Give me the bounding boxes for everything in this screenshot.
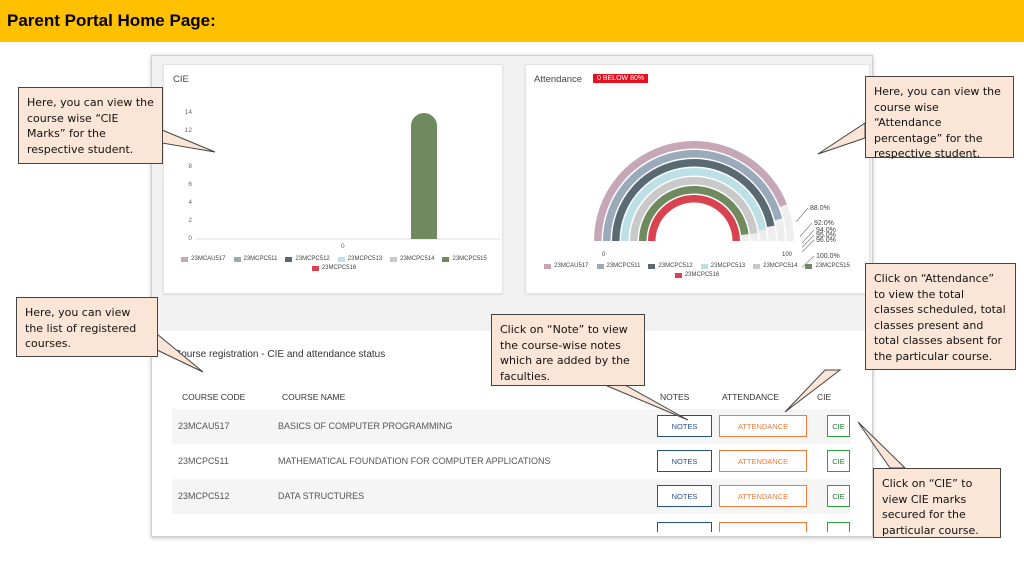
attendance-legend-item[interactable]: 23MCPC514 — [753, 263, 797, 269]
legend-swatch — [544, 263, 552, 269]
legend-swatch — [596, 263, 604, 269]
attendance-card: Attendance 0 BELOW 80% 88.0% 92.0% 94.0% 95… — [525, 64, 870, 294]
callout-note: Click on “Note” to view the course-wise … — [491, 314, 645, 386]
legend-swatch — [805, 263, 813, 269]
legend-label: 23MCAU517 — [191, 256, 226, 262]
cie-button-partial[interactable] — [827, 522, 850, 532]
legend-label: 23MCAU517 — [554, 263, 589, 269]
legend-label: 23MCPC516 — [684, 272, 720, 278]
legend-label: 23MCPC513 — [347, 256, 383, 262]
cie-legend-item[interactable]: 23MCPC514 — [390, 256, 434, 262]
portal-screenshot: CIE 0 2 4 6 8 12 14 0 23MCAU517 23MCPC51… — [151, 55, 873, 537]
course-name: MATHEMATICAL FOUNDATION FOR COMPUTER APP… — [278, 456, 551, 466]
attendance-button-partial[interactable] — [719, 522, 807, 532]
legend-swatch — [442, 256, 450, 262]
attendance-percent-label: 96.0% — [816, 237, 836, 244]
header-course-name: COURSE NAME — [282, 392, 346, 402]
legend-swatch — [648, 263, 656, 269]
attendance-percent-label: 100.0% — [816, 253, 840, 260]
legend-label: 23MCPC514 — [400, 256, 435, 262]
attendance-legend: 23MCAU517 23MCPC511 23MCPC512 23MCPC513 … — [532, 263, 862, 281]
attendance-legend-item[interactable]: 23MCPC513 — [700, 263, 746, 269]
legend-label: 23MCPC515 — [815, 263, 850, 269]
notes-button[interactable]: NOTES — [657, 485, 712, 507]
course-name: DATA STRUCTURES — [278, 491, 365, 501]
attendance-button[interactable]: ATTENDANCE — [719, 485, 807, 507]
legend-label: 23MCPC516 — [321, 265, 357, 271]
cie-button[interactable]: CIE — [827, 485, 850, 507]
attendance-legend-item[interactable]: 23MCAU517 — [544, 263, 589, 269]
slide-title: Parent Portal Home Page: — [7, 11, 216, 30]
cie-legend-item[interactable]: 23MCPC513 — [337, 256, 383, 262]
table-row: 23MCPC511 MATHEMATICAL FOUNDATION FOR CO… — [172, 444, 850, 479]
cie-button[interactable]: CIE — [827, 415, 850, 437]
legend-swatch — [753, 263, 761, 269]
legend-label: 23MCPC512 — [658, 263, 693, 269]
legend-label: 23MCPC512 — [295, 256, 330, 262]
attendance-legend-item[interactable]: 23MCPC516 — [674, 272, 720, 278]
legend-label: 23MCPC515 — [452, 256, 487, 262]
header-notes: NOTES — [660, 392, 690, 402]
course-registration-title: Course registration - CIE and attendance… — [174, 349, 386, 360]
attendance-button[interactable]: ATTENDANCE — [719, 415, 807, 437]
course-code: 23MCPC512 — [178, 491, 230, 501]
callout-cie-click: Click on “CIE” to view CIE marks secured… — [873, 468, 1001, 538]
attendance-axis-max: 100 — [782, 252, 793, 258]
cie-legend-item[interactable]: 23MCAU517 — [181, 256, 226, 262]
notes-button-partial[interactable] — [657, 522, 712, 532]
legend-swatch — [311, 265, 319, 271]
legend-label: 23MCPC514 — [763, 263, 798, 269]
table-row: 23MCPC512 DATA STRUCTURES NOTES ATTENDAN… — [172, 479, 850, 514]
callout-attendance-click: Click on “Attendance” to view the total … — [865, 263, 1016, 370]
cie-legend-item[interactable]: 23MCPC512 — [285, 256, 330, 262]
table-row: 23MCAU517 BASICS OF COMPUTER PROGRAMMING… — [172, 409, 850, 444]
callout-cie-marks: Here, you can view the course wise “CIE … — [18, 87, 163, 164]
course-code: 23MCAU517 — [178, 421, 230, 431]
cie-legend-item[interactable]: 23MCPC516 — [311, 265, 357, 271]
attendance-legend-item[interactable]: 23MCPC515 — [805, 263, 850, 269]
slide-title-bar: Parent Portal Home Page: — [0, 0, 1024, 42]
cie-legend-item[interactable]: 23MCPC515 — [442, 256, 487, 262]
legend-swatch — [181, 256, 189, 262]
attendance-track-23MCPC516 — [648, 195, 740, 242]
notes-button[interactable]: NOTES — [657, 450, 712, 472]
cie-card: CIE 0 2 4 6 8 12 14 0 23MCAU517 23MCPC51… — [163, 64, 503, 294]
legend-label: 23MCPC513 — [710, 263, 746, 269]
course-code: 23MCPC511 — [178, 456, 229, 466]
cie-bar-23MCPC515 — [411, 113, 437, 239]
cie-x-tick: 0 — [341, 243, 345, 250]
cie-legend: 23MCAU517 23MCPC511 23MCPC512 23MCPC513 … — [174, 256, 494, 274]
legend-label: 23MCPC511 — [243, 256, 278, 262]
attendance-legend-item[interactable]: 23MCPC511 — [596, 263, 641, 269]
callout-registered-courses: Here, you can view the list of registere… — [16, 297, 158, 357]
cie-legend-item[interactable]: 23MCPC511 — [233, 256, 278, 262]
course-name: BASICS OF COMPUTER PROGRAMMING — [278, 421, 453, 431]
cie-button[interactable]: CIE — [827, 450, 850, 472]
legend-swatch — [700, 263, 708, 269]
notes-button[interactable]: NOTES — [657, 415, 712, 437]
header-attendance: ATTENDANCE — [722, 392, 779, 402]
attendance-percent-label: 92.0% — [814, 220, 834, 227]
header-course-code: COURSE CODE — [182, 392, 246, 402]
legend-swatch — [390, 256, 398, 262]
legend-swatch — [285, 256, 293, 262]
legend-label: 23MCPC511 — [606, 263, 641, 269]
header-cie: CIE — [817, 392, 832, 402]
callout-attendance-pct: Here, you can view the course wise “Atte… — [865, 76, 1014, 160]
legend-swatch — [337, 256, 345, 262]
attendance-legend-item[interactable]: 23MCPC512 — [648, 263, 693, 269]
attendance-button[interactable]: ATTENDANCE — [719, 450, 807, 472]
attendance-percent-label: 88.0% — [810, 205, 830, 212]
attendance-radial-chart: 88.0%92.0%94.0%95.0%96.0%100.0% — [594, 141, 840, 268]
attendance-axis-min: 0 — [602, 252, 606, 258]
attendance-ring-23MCPC516 — [648, 195, 740, 242]
attendance-label-leader — [795, 207, 809, 223]
legend-swatch — [674, 272, 682, 278]
legend-swatch — [233, 256, 241, 262]
